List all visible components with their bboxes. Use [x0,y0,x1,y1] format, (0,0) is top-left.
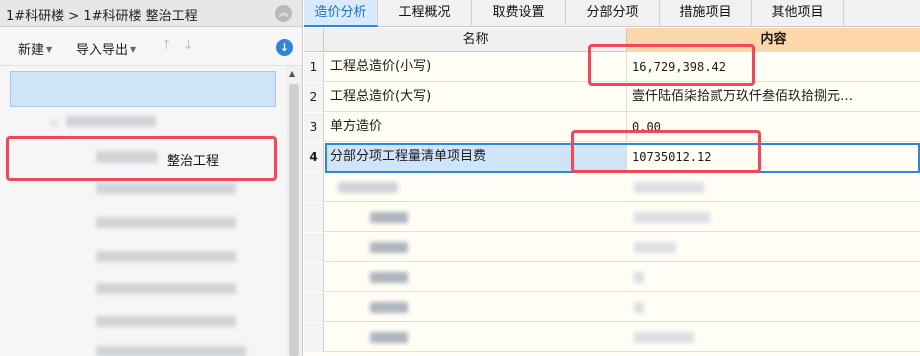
cell-blurred [370,272,408,283]
download-icon[interactable]: ↓ [276,39,293,56]
tree-node-blurred[interactable] [96,217,236,228]
table-row[interactable]: 1 工程总造价(小写) 16,729,398.42 [304,53,920,82]
caret-down-icon: ▼ [46,45,53,54]
tab-fee-settings[interactable]: 取费设置 [472,0,566,27]
cell-value[interactable]: 0.00 [627,113,920,142]
row-number-header [304,28,324,52]
cell-name[interactable]: 分部分项工程量清单项目费 [325,143,627,172]
row-number [304,293,324,322]
tab-label: 其他项目 [771,5,824,20]
tab-project-overview[interactable]: 工程概况 [378,0,472,27]
cell-blurred [634,302,644,313]
tree-node-blurred[interactable] [96,283,236,294]
tree-node-blurred[interactable] [96,251,236,262]
cell-blurred [634,182,704,193]
cell-name[interactable]: 工程总造价(小写) [325,53,627,82]
chevron-up-icon[interactable]: ︽ [275,5,292,22]
breadcrumb: 1#科研楼 > 1#科研楼 整治工程 [6,9,198,24]
move-down-icon[interactable]: ↓ [183,38,194,53]
tree-node-label: 整治工程 [167,154,220,169]
import-export-button[interactable]: 导入导出 ▼ [76,39,136,58]
tree-node-blurred[interactable] [96,346,246,356]
table-row-blurred[interactable] [304,263,920,292]
tree-node-blurred[interactable] [50,120,58,126]
cell-blurred [634,212,710,223]
row-number: 3 [304,113,324,142]
cell-name[interactable]: 工程总造价(大写) [325,83,627,112]
grid-header: 名称 内容 [304,28,920,52]
new-button-label: 新建 [18,43,45,58]
tree-node-blurred[interactable] [96,316,236,327]
table-row[interactable]: 3 单方造价 0.00 [304,113,920,142]
cost-analysis-grid: 名称 内容 1 工程总造价(小写) 16,729,398.42 2 工程总造价(… [304,28,920,356]
tree-node-blurred[interactable] [66,116,156,127]
cell-blurred [634,332,694,343]
table-row-blurred[interactable] [304,173,920,202]
new-button[interactable]: 新建 ▼ [18,39,52,58]
import-export-label: 导入导出 [76,43,129,58]
tree-node-selected[interactable] [10,71,276,107]
cell-blurred [370,302,408,313]
move-up-icon[interactable]: ↑ [161,38,172,53]
caret-down-icon: ▼ [130,45,137,54]
tab-label: 取费设置 [492,5,545,20]
tree-node-blurred[interactable] [96,183,236,194]
tree-node-icon-blurred [96,151,158,163]
row-number [304,263,324,292]
cell-blurred [370,212,408,223]
table-row[interactable]: 2 工程总造价(大写) 壹仟陆佰柒拾贰万玖仟叁佰玖拾捌元… [304,83,920,112]
tab-label: 工程概况 [398,5,451,20]
scroll-up-icon[interactable]: ▲ [289,69,295,78]
tab-label: 分部分项 [586,5,639,20]
tab-sub-items[interactable]: 分部分项 [566,0,660,27]
table-row-blurred[interactable] [304,203,920,232]
column-header-name[interactable]: 名称 [325,28,627,52]
tree-scrollbar[interactable]: ▲ [286,66,302,356]
cell-blurred [338,182,398,193]
cell-blurred [370,332,408,343]
tree-header: 1#科研楼 > 1#科研楼 整治工程 ︽ [0,0,302,27]
tab-label: 造价分析 [314,5,367,20]
tab-cost-analysis[interactable]: 造价分析 [304,0,378,27]
row-number: 1 [304,53,324,82]
row-number [304,173,324,202]
project-tree [0,66,285,356]
cell-value[interactable]: 10735012.12 [627,143,920,172]
row-number: 2 [304,83,324,112]
cell-value[interactable]: 壹仟陆佰柒拾贰万玖仟叁佰玖拾捌元… [627,83,920,112]
scrollbar-thumb[interactable] [289,84,299,356]
cell-value[interactable]: 16,729,398.42 [627,53,920,82]
table-row-blurred[interactable] [304,293,920,322]
tab-label: 措施项目 [679,5,732,20]
row-number [304,323,324,352]
row-number [304,233,324,262]
cell-blurred [370,242,408,253]
tab-bar: 造价分析 工程概况 取费设置 分部分项 措施项目 其他项目 [304,0,920,27]
tree-toolbar: 新建 ▼ 导入导出 ▼ ↑ ↓ ↓ [0,28,302,66]
table-row-selected[interactable]: 4 分部分项工程量清单项目费 10735012.12 [304,143,920,172]
cell-blurred [634,242,676,253]
cost-analysis-pane: 造价分析 工程概况 取费设置 分部分项 措施项目 其他项目 名称 内容 1 工程… [304,0,920,356]
project-tree-pane: 1#科研楼 > 1#科研楼 整治工程 ︽ 新建 ▼ 导入导出 ▼ ↑ ↓ ↓ 整治工… [0,0,303,356]
table-row-blurred[interactable] [304,323,920,352]
column-header-content[interactable]: 内容 [627,28,920,52]
table-row-blurred[interactable] [304,233,920,262]
tab-measures[interactable]: 措施项目 [660,0,752,27]
tab-other-items[interactable]: 其他项目 [752,0,844,27]
row-number [304,203,324,232]
row-number: 4 [304,143,324,172]
cell-name[interactable]: 单方造价 [325,113,627,142]
cell-blurred [634,272,644,283]
